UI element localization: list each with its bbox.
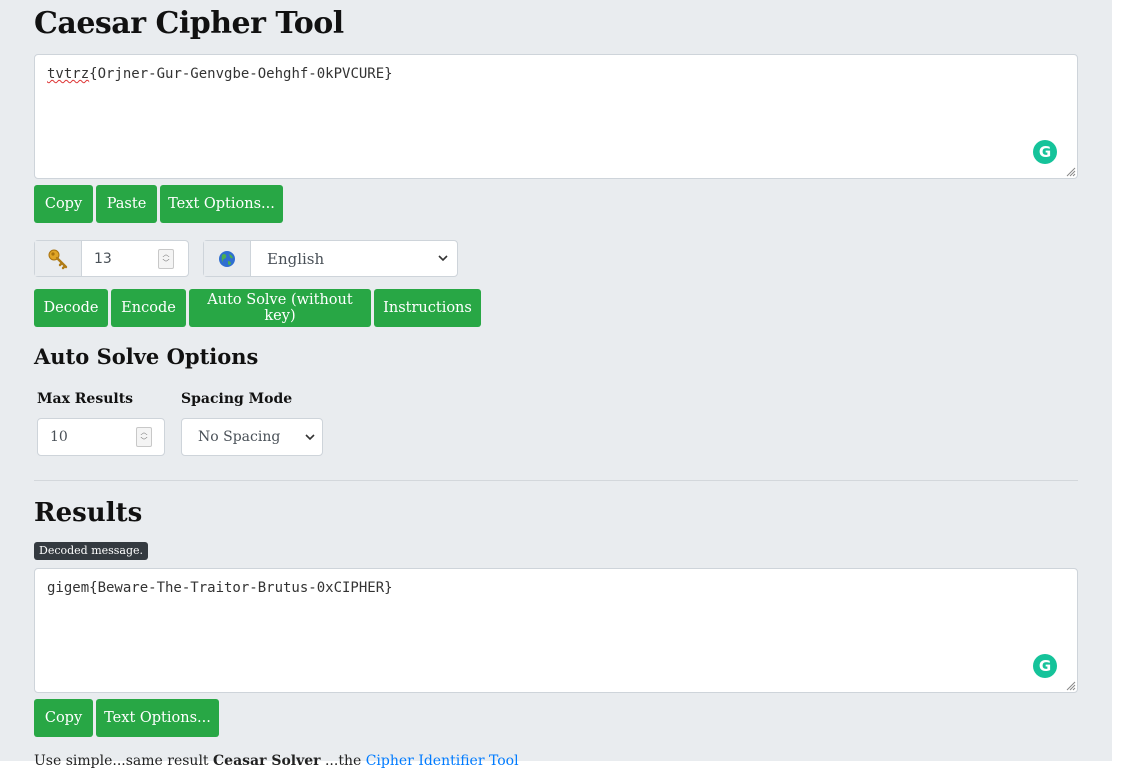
footer-text: Use simple...same result Ceasar Solver .…	[34, 753, 519, 769]
globe-icon	[219, 250, 235, 267]
text-options-input-button[interactable]: Text Options...	[160, 185, 283, 223]
decode-button[interactable]: Decode	[34, 289, 108, 327]
max-results-value: 10	[50, 429, 68, 445]
encode-button[interactable]: Encode	[111, 289, 186, 327]
spacing-mode-select[interactable]: No Spacing	[181, 418, 323, 456]
chevron-down-icon	[305, 434, 315, 441]
auto-solve-button[interactable]: Auto Solve (without key)	[189, 289, 371, 327]
text-options-result-button[interactable]: Text Options...	[96, 699, 219, 737]
copy-result-button[interactable]: Copy	[34, 699, 93, 737]
status-badge: Decoded message.	[34, 542, 149, 560]
chevron-down-icon	[438, 255, 448, 262]
cipher-input-textarea[interactable]: tvtrz{Orjner-Gur-Genvgbe-Oehghf-0kPVCURE…	[34, 54, 1078, 179]
globe-addon	[204, 241, 251, 276]
resize-handle-icon[interactable]	[1064, 679, 1076, 691]
page-title: Caesar Cipher Tool	[34, 6, 344, 41]
spacing-mode-selected: No Spacing	[198, 429, 281, 445]
results-heading: Results	[34, 498, 143, 528]
language-select-group: English	[203, 240, 458, 277]
paste-button[interactable]: Paste	[96, 185, 157, 223]
key-icon	[48, 249, 68, 269]
grammarly-icon[interactable]: G	[1033, 654, 1057, 678]
max-results-spinner[interactable]: ︿ ﹀	[136, 427, 152, 447]
grammarly-icon[interactable]: G	[1033, 140, 1057, 164]
resize-handle-icon[interactable]	[1064, 165, 1076, 177]
auto-solve-heading: Auto Solve Options	[34, 344, 259, 369]
spacing-mode-label: Spacing Mode	[181, 391, 293, 407]
result-text: gigem{Beware-The-Traitor-Brutus-0xCIPHER…	[47, 580, 393, 596]
footer-part1: Use simple...same result	[34, 753, 209, 769]
max-results-label: Max Results	[37, 391, 134, 407]
language-select[interactable]: English	[251, 241, 457, 276]
result-output-textarea[interactable]: gigem{Beware-The-Traitor-Brutus-0xCIPHER…	[34, 568, 1078, 693]
cipher-identifier-link[interactable]: Cipher Identifier Tool	[366, 753, 519, 769]
language-selected: English	[267, 249, 325, 268]
input-text-rest: {Orjner-Gur-Genvgbe-Oehghf-0kPVCURE}	[89, 66, 393, 82]
key-addon	[35, 241, 82, 276]
misspelled-word: tvtrz	[47, 66, 90, 82]
key-spinner[interactable]: ︿ ﹀	[158, 249, 174, 269]
max-results-input[interactable]: 10 ︿ ﹀	[37, 418, 165, 456]
section-divider	[34, 480, 1078, 481]
instructions-button[interactable]: Instructions	[374, 289, 481, 327]
key-input[interactable]: 13 ︿ ﹀	[82, 241, 188, 276]
page-scrollbar[interactable]	[1112, 0, 1129, 761]
key-value: 13	[94, 250, 112, 267]
footer-part2: ...the	[324, 753, 362, 769]
copy-input-button[interactable]: Copy	[34, 185, 93, 223]
footer-bold: Ceasar Solver	[213, 753, 321, 769]
key-input-group: 13 ︿ ﹀	[34, 240, 189, 277]
